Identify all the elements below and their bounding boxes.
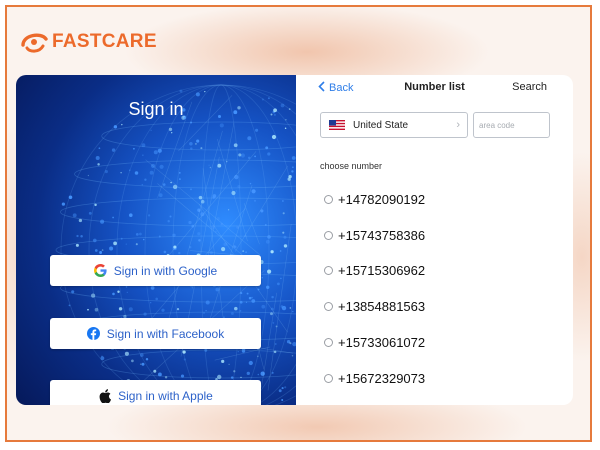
number-option[interactable]: +15672329073 [324,371,425,386]
phone-number: +15743758386 [338,228,426,243]
phone-number: +15715306962 [338,263,426,278]
radio-icon[interactable] [324,374,333,383]
google-signin-button[interactable]: Sign in with Google [50,255,261,286]
choose-number-label: choose number [320,161,383,171]
us-flag-icon [329,120,345,130]
signin-panel: Sign in Sign in with Google Sign in with… [16,75,296,405]
area-code-input[interactable] [473,112,550,138]
facebook-signin-label: Sign in with Facebook [106,326,225,341]
radio-icon[interactable] [324,231,333,240]
phone-number: +14782090192 [338,192,426,207]
phone-number: +13854881563 [338,299,426,314]
number-option[interactable]: +15733061072 [324,335,425,350]
fastcare-logo-icon [21,33,48,53]
signin-title: Sign in [128,99,184,119]
number-option[interactable]: +15715306962 [324,263,425,278]
globe-network-background [55,84,296,405]
phone-number: +15733061072 [338,335,426,350]
facebook-signin-button[interactable]: Sign in with Facebook [50,318,261,349]
brand-logo: FASTCARE [19,29,157,55]
phone-number: +15672329073 [338,371,426,386]
apple-icon [98,388,111,403]
country-select[interactable]: United State › [320,112,468,138]
number-option[interactable]: +15743758386 [324,228,425,243]
apple-signin-label: Sign in with Apple [118,388,213,403]
chevron-right-icon: › [456,119,460,131]
radio-icon[interactable] [324,302,333,311]
number-option[interactable]: +13854881563 [324,299,425,314]
number-option[interactable]: +14782090192 [324,192,425,207]
country-label: United State [353,119,409,131]
brand-name: FASTCARE [52,31,157,52]
radio-icon[interactable] [324,338,333,347]
apple-signin-button[interactable]: Sign in with Apple [50,380,261,405]
radio-icon[interactable] [324,195,333,204]
radio-icon[interactable] [324,266,333,275]
google-signin-label: Sign in with Google [113,263,218,278]
nav-bar: Back Number list Search [296,75,573,99]
facebook-icon [86,327,100,340]
search-button[interactable]: Search [512,81,547,93]
number-list-panel: Back Number list Search United State › c… [296,75,573,405]
google-icon [93,264,107,277]
